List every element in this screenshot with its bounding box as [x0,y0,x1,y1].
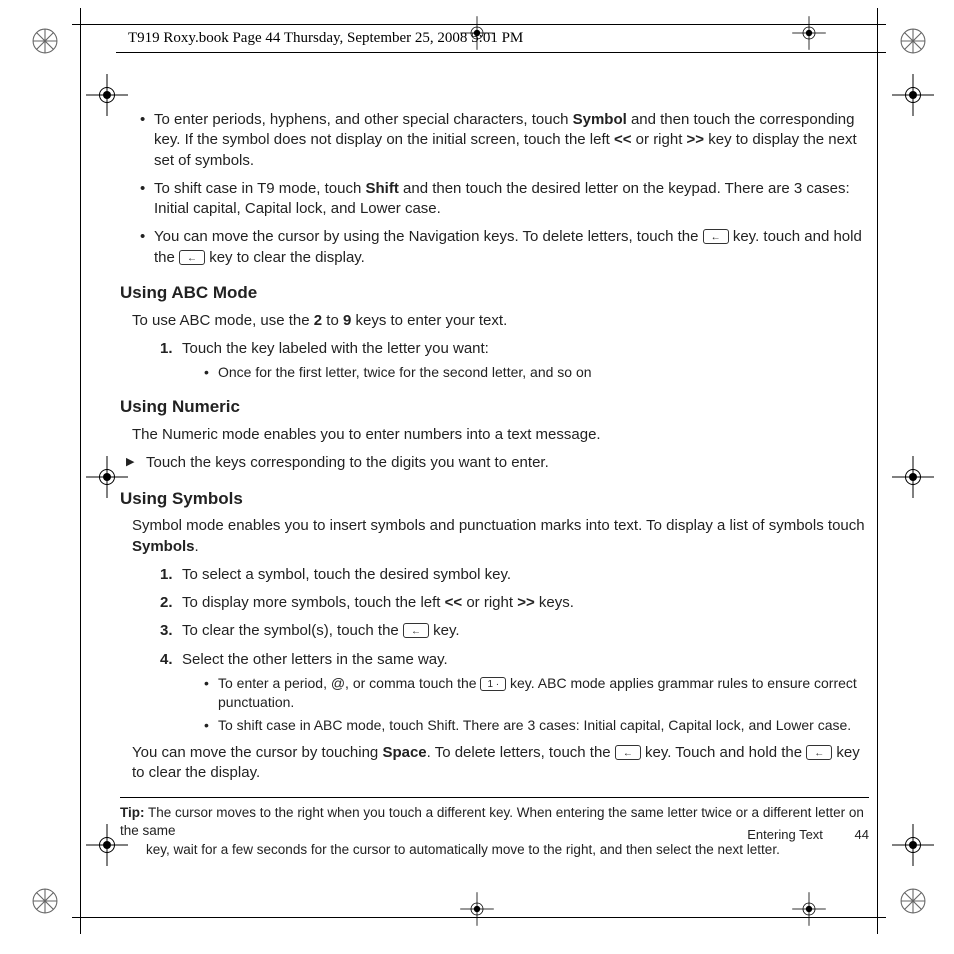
printer-ornament-icon [32,888,58,914]
step-item: 3. To clear the symbol(s), touch the ← k… [160,621,869,641]
registration-mark-icon [92,80,122,110]
list-item: To enter periods, hyphens, and other spe… [140,110,869,171]
list-item: Once for the first letter, twice for the… [204,363,869,382]
back-key-icon: ← [615,745,641,760]
footer-section: Entering Text [747,827,823,842]
back-key-icon: ← [403,623,429,638]
heading-abc: Using ABC Mode [120,282,869,305]
list-item: To shift case in T9 mode, touch Shift an… [140,179,869,220]
registration-mark-icon [465,897,489,921]
running-header: T919 Roxy.book Page 44 Thursday, Septemb… [128,30,523,47]
registration-mark-icon [797,897,821,921]
registration-mark-icon [92,830,122,860]
abc-steps: 1. Touch the key labeled with the letter… [120,339,869,382]
step-item: 2. To display more symbols, touch the le… [160,593,869,613]
header-rule [116,52,886,53]
numeric-intro: The Numeric mode enables you to enter nu… [132,425,869,445]
symbols-intro: Symbol mode enables you to insert symbol… [132,516,869,557]
numeric-arrow: Touch the keys corresponding to the digi… [120,453,869,473]
registration-mark-icon [898,462,928,492]
step-item: 1. Touch the key labeled with the letter… [160,339,869,382]
heading-numeric: Using Numeric [120,396,869,419]
printer-ornament-icon [900,28,926,54]
footer-page-number: 44 [855,826,869,844]
registration-mark-icon [898,80,928,110]
page-content: To enter periods, hyphens, and other spe… [120,110,869,844]
heading-symbols: Using Symbols [120,488,869,511]
back-key-icon: ← [179,250,205,265]
symbols-steps: 1. To select a symbol, touch the desired… [120,565,869,735]
page-footer: Entering Text 44 [747,826,869,844]
step-item: 4. Select the other letters in the same … [160,650,869,735]
registration-mark-icon [92,462,122,492]
list-item: To shift case in ABC mode, touch Shift. … [204,716,869,735]
crop-rule-right [877,8,878,934]
registration-mark-icon [898,830,928,860]
printer-ornament-icon [900,888,926,914]
tip-rule [120,797,869,798]
step-item: 1. To select a symbol, touch the desired… [160,565,869,585]
symbols-outro: You can move the cursor by touching Spac… [132,743,869,784]
list-item: You can move the cursor by using the Nav… [140,227,869,268]
abc-intro: To use ABC mode, use the 2 to 9 keys to … [132,311,869,331]
registration-mark-icon [797,21,821,45]
top-bullets: To enter periods, hyphens, and other spe… [120,110,869,268]
back-key-icon: ← [806,745,832,760]
one-key-icon: 1 · [480,677,506,691]
list-item: To enter a period, @, or comma touch the… [204,674,869,712]
back-key-icon: ← [703,229,729,244]
printer-ornament-icon [32,28,58,54]
crop-rule-left [80,8,81,934]
